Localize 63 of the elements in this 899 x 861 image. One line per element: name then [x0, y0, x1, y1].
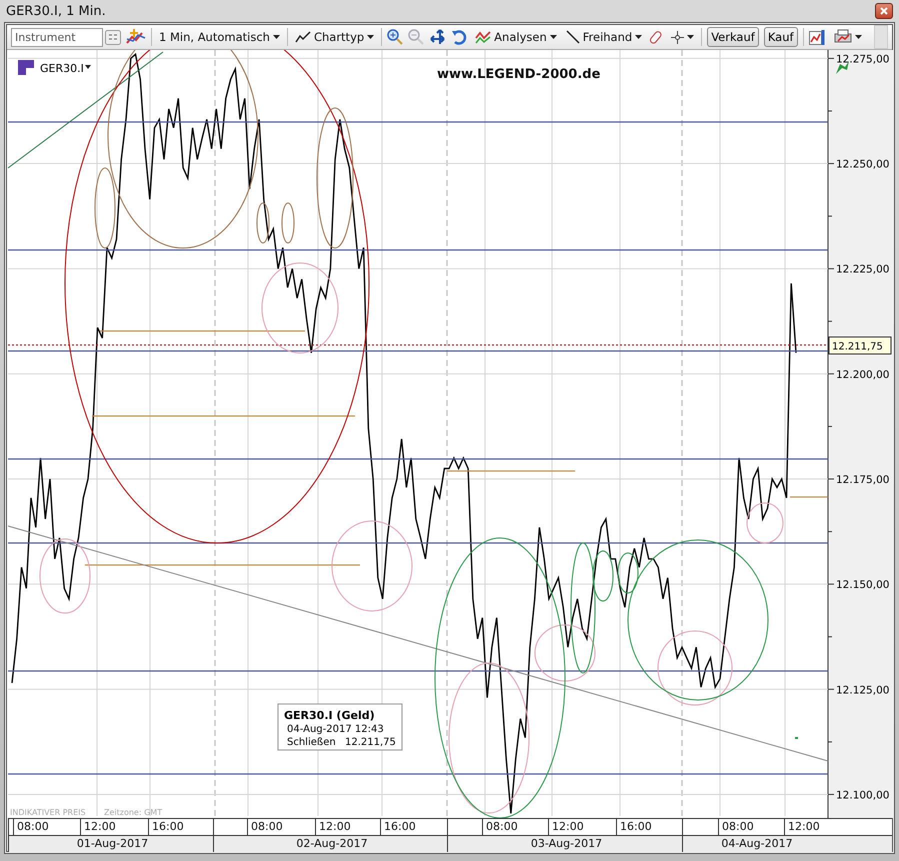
date-label: 01-Aug-2017 [76, 837, 148, 850]
tooltip-label: Schließen [287, 737, 336, 748]
date-label: 02-Aug-2017 [296, 837, 368, 850]
tooltip-time: 04-Aug-2017 12:43 [287, 724, 384, 735]
time-label: 12:00 [788, 820, 820, 833]
instrument-field[interactable]: Instrument [11, 28, 103, 46]
time-label: 16:00 [620, 820, 652, 833]
scrollbar[interactable] [874, 25, 888, 49]
overlay-text: www.LEGEND-2000.de [437, 67, 600, 82]
crosshair-icon [671, 30, 684, 44]
sell-button[interactable]: Verkauf [707, 27, 759, 47]
freehand-dropdown[interactable]: Freihand [564, 30, 644, 44]
caret-icon [635, 35, 642, 39]
time-label: 08:00 [486, 820, 518, 833]
analyses-dropdown[interactable]: Analysen [473, 30, 559, 44]
caret-icon [854, 35, 862, 39]
caret-icon [367, 35, 374, 39]
window-title: GER30.I, 1 Min. [6, 4, 106, 18]
time-label: 16:00 [152, 820, 184, 833]
line-icon [566, 30, 580, 44]
undo-icon[interactable] [451, 29, 468, 45]
time-label: 08:00 [251, 820, 283, 833]
time-label: 12:00 [84, 820, 116, 833]
price-tick-label: 12.175,00 [836, 474, 890, 486]
tooltip-value: 12.211,75 [345, 737, 396, 748]
time-label: 16:00 [384, 820, 416, 833]
date-label: 04-Aug-2017 [721, 837, 793, 850]
caret-icon [550, 35, 557, 39]
tooltip-title: GER30.I (Geld) [284, 709, 375, 722]
price-tick-label: 12.275,00 [836, 53, 890, 66]
date-label: 03-Aug-2017 [530, 837, 602, 850]
zoom-in-icon[interactable] [387, 29, 404, 45]
crosshair-dropdown[interactable] [669, 30, 696, 44]
instrument-label[interactable]: GER30.I [40, 62, 84, 75]
caret-icon [687, 35, 694, 39]
list-icon[interactable] [105, 30, 121, 44]
arrows-icon[interactable] [429, 29, 446, 45]
print-dropdown[interactable] [832, 29, 864, 45]
buy-button[interactable]: Kauf [764, 27, 798, 47]
time-label: 08:00 [17, 820, 49, 833]
current-price-label: 12.211,75 [832, 342, 883, 352]
timeframe-dropdown[interactable]: 1 Min, Automatisch [157, 30, 282, 44]
price-tick-label: 12.100,00 [836, 789, 890, 802]
footer-text: INDIKATIVER PREIS [10, 808, 86, 817]
indicator-chart-icon [475, 30, 492, 44]
price-tick-label: 12.250,00 [836, 158, 890, 171]
price-tick-label: 12.125,00 [836, 684, 890, 696]
caret-icon[interactable] [85, 65, 91, 69]
price-tick-label: 12.200,00 [836, 368, 890, 381]
timezone-text: Zeitzone: GMT [104, 808, 162, 817]
chart-type-dropdown[interactable]: Charttyp [292, 30, 376, 44]
close-icon [880, 7, 888, 15]
line-chart-icon [294, 30, 311, 44]
add-indicator-icon[interactable] [126, 28, 146, 46]
price-tick-label: 12.225,00 [836, 264, 890, 276]
price-tick-label: 12.150,00 [836, 579, 890, 592]
time-label: 08:00 [722, 820, 754, 833]
close-button[interactable] [875, 3, 893, 19]
time-label: 12:00 [552, 820, 584, 833]
printer-icon [834, 29, 852, 45]
caret-icon [272, 35, 280, 39]
time-label: 12:00 [319, 820, 351, 833]
chart-settings-icon[interactable] [808, 28, 827, 46]
